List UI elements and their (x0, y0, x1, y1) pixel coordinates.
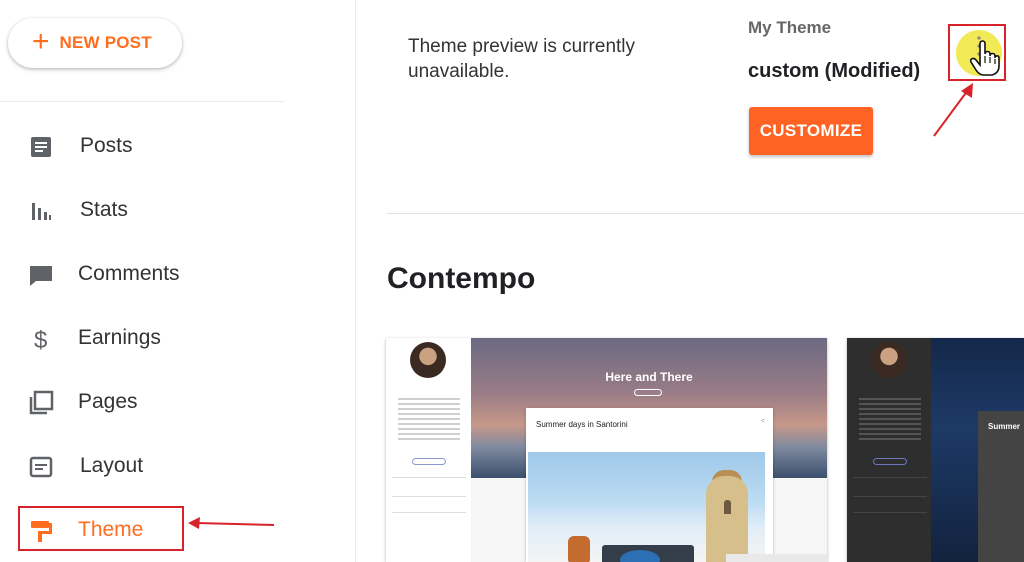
sidebar-item-label: Layout (80, 454, 144, 477)
post-title: Summer (988, 422, 1021, 431)
divider (392, 496, 466, 497)
sidebar-item-stats[interactable]: Stats (0, 186, 300, 234)
image-detail (706, 476, 748, 562)
sidebar-item-label: Stats (80, 198, 128, 221)
sidebar-item-comments[interactable]: Comments (0, 250, 300, 298)
posts-icon (31, 137, 51, 157)
placeholder-text (859, 398, 921, 443)
section-divider (387, 213, 1024, 214)
my-theme-label: My Theme (748, 18, 832, 37)
theme-annotation-box (18, 506, 184, 551)
customize-button[interactable]: CUSTOMIZE (749, 107, 873, 155)
sidebar-item-pages[interactable]: Pages (0, 378, 300, 426)
annotation-arrow-icon (188, 517, 275, 529)
theme-card-dark[interactable]: Summer (847, 338, 1024, 562)
sidebar-item-label: Pages (78, 390, 138, 413)
sidebar-item-earnings[interactable]: $ Earnings (0, 314, 300, 362)
hero-title: Here and There (605, 370, 693, 384)
new-post-button[interactable]: + NEW POST (8, 18, 182, 68)
image-detail (724, 500, 731, 514)
theme-card-light[interactable]: Here and There Summer days in Santorini … (386, 338, 827, 562)
more-options-button[interactable] (948, 24, 1006, 81)
divider (392, 512, 466, 513)
post-preview: Summer (978, 411, 1024, 562)
preview-overlay (726, 554, 827, 562)
avatar (871, 342, 907, 378)
stats-icon (32, 203, 51, 220)
pages-icon (29, 390, 54, 415)
svg-text:$: $ (34, 327, 47, 352)
image-detail (568, 536, 590, 562)
sidebar-item-label: Posts (80, 134, 133, 157)
post-title: Summer days in Santorini (536, 420, 628, 429)
share-icon: < (760, 418, 765, 425)
sidebar-item-label: Earnings (78, 326, 161, 349)
divider (853, 496, 927, 497)
annotation-arrow-icon (933, 83, 973, 137)
sidebar-item-label: Comments (78, 262, 180, 285)
hero-button (634, 389, 662, 396)
sidebar-divider (0, 101, 285, 102)
mini-button (412, 458, 446, 465)
divider (853, 512, 927, 513)
section-title: Contempo (387, 262, 536, 295)
dollar-icon: $ (34, 327, 47, 352)
sidebar-item-posts[interactable]: Posts (0, 122, 300, 170)
comments-icon (30, 266, 52, 286)
mini-button (873, 458, 907, 465)
card-sidebar (386, 338, 471, 562)
placeholder-text (398, 398, 460, 443)
divider (853, 477, 927, 478)
divider (392, 477, 466, 478)
layout-icon (29, 456, 53, 478)
card-hero: Summer (931, 338, 1024, 562)
theme-name: custom (Modified) (748, 60, 921, 82)
avatar (410, 342, 446, 378)
theme-preview-message: Theme preview is currently unavailable. (408, 36, 636, 82)
card-sidebar (847, 338, 931, 562)
pointer-hand-icon (970, 40, 1000, 76)
sidebar-item-layout[interactable]: Layout (0, 442, 300, 490)
plus-icon: + (32, 24, 50, 58)
post-preview: Summer days in Santorini < (526, 408, 773, 562)
new-post-label: NEW POST (59, 33, 152, 52)
sidebar: + NEW POST Posts Stats Comments $ Earnin… (0, 0, 356, 562)
